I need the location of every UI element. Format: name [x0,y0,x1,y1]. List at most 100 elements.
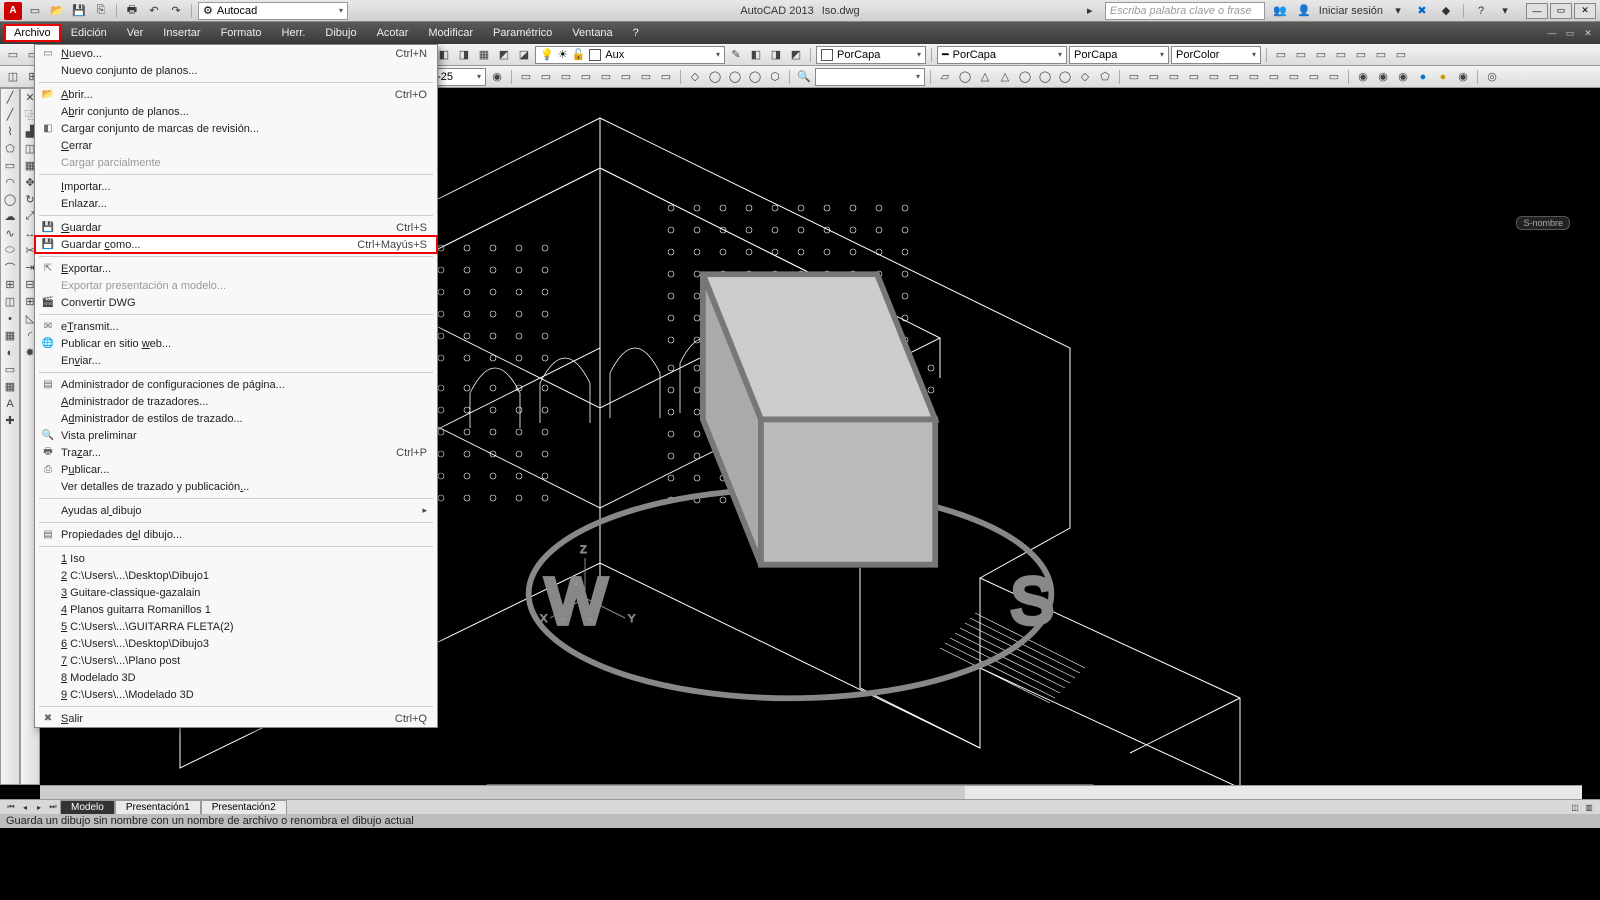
addselected-tool-icon[interactable]: ✚ [1,412,19,429]
lineweight-dropdown[interactable]: ━ PorCapa ▾ [937,46,1067,64]
menu-item[interactable]: 6 C:\Users\...\Desktop\Dibujo3 [35,635,437,652]
tb-icon[interactable]: ▭ [4,46,22,64]
plotstyle-dropdown[interactable]: PorColor ▾ [1171,46,1261,64]
tb-icon[interactable]: ◉ [1374,68,1392,86]
hatch-tool-icon[interactable]: ▦ [1,327,19,344]
menu-item[interactable]: ◧Cargar conjunto de marcas de revisión..… [35,120,437,137]
tb-icon[interactable]: 🔍 [795,68,813,86]
qat-undo-icon[interactable]: ↶ [145,2,163,20]
tb-icon[interactable]: ▱ [936,68,954,86]
ellipsearc-tool-icon[interactable]: ⌒ [1,259,19,276]
menu-insertar[interactable]: Insertar [153,24,210,42]
tb-icon[interactable]: ◉ [1454,68,1472,86]
tb-icon[interactable]: ◇ [686,68,704,86]
mdi-restore-button[interactable]: ▭ [1562,26,1578,40]
menu-item[interactable]: 🖶Trazar...Ctrl+P [35,444,437,461]
line-tool-icon[interactable]: ╱ [1,89,19,106]
chevron-right-icon[interactable]: ▸ [1081,2,1099,20]
tb-icon[interactable]: ⬡ [766,68,784,86]
layout-tab[interactable]: Modelo [60,800,115,814]
revcloud-tool-icon[interactable]: ☁ [1,208,19,225]
menu-item[interactable]: 📂Abrir...Ctrl+O [35,86,437,103]
tb-icon[interactable]: ◯ [726,68,744,86]
tb-icon[interactable]: ▭ [1205,68,1223,86]
tb-icon[interactable]: ▭ [1225,68,1243,86]
minimize-button[interactable]: — [1526,3,1548,19]
gradient-tool-icon[interactable]: ◐ [1,344,19,361]
tb-icon[interactable]: ▭ [1245,68,1263,86]
xline-tool-icon[interactable]: ╱ [1,106,19,123]
spline-tool-icon[interactable]: ∿ [1,225,19,242]
menu-item[interactable]: ▤Administrador de configuraciones de pág… [35,376,437,393]
tb-icon[interactable]: ▭ [1312,46,1330,64]
menu-item[interactable]: Importar... [35,178,437,195]
menu-herr[interactable]: Herr. [272,24,316,42]
tb-icon[interactable]: ▭ [597,68,615,86]
qat-redo-icon[interactable]: ↷ [167,2,185,20]
menu-item[interactable]: Enlazar... [35,195,437,212]
tb-icon[interactable]: ◫ [4,68,22,86]
tb-icon[interactable]: ◉ [488,68,506,86]
menu-item[interactable]: Cerrar [35,137,437,154]
tb-icon[interactable]: ◯ [1036,68,1054,86]
tb-icon[interactable]: ▭ [1352,46,1370,64]
tb-icon[interactable]: ◯ [746,68,764,86]
text-tool-icon[interactable]: A [1,395,19,412]
menu-item[interactable]: ✖SalirCtrl+Q [35,710,437,727]
tb-icon[interactable]: ◇ [1076,68,1094,86]
tab-first-icon[interactable]: ⏮ [4,801,18,814]
layer-filter-icon[interactable]: ▦ [475,46,493,64]
menu-paramtrico[interactable]: Paramétrico [483,24,562,42]
layer-icon[interactable]: ◨ [767,46,785,64]
menu-item[interactable]: 💾Guardar como...Ctrl+Mayús+S [35,236,437,253]
tb-icon[interactable]: ● [1434,68,1452,86]
block-tool-icon[interactable]: ◫ [1,293,19,310]
menu-item[interactable]: ⇱Exportar... [35,260,437,277]
tb-icon[interactable]: ▭ [637,68,655,86]
table-tool-icon[interactable]: ▦ [1,378,19,395]
menu-item[interactable]: ✉eTransmit... [35,318,437,335]
exchange-icon[interactable]: ✖ [1413,2,1431,20]
tb-icon[interactable]: ⬠ [1096,68,1114,86]
menu-modificar[interactable]: Modificar [418,24,483,42]
tb-icon[interactable]: ▭ [1125,68,1143,86]
tab-next-icon[interactable]: ▸ [32,801,46,814]
layer-match-icon[interactable]: ✎ [727,46,745,64]
tb-icon[interactable]: ▭ [1185,68,1203,86]
tb-icon[interactable]: ▭ [1285,68,1303,86]
tb-icon[interactable]: △ [976,68,994,86]
menu-item[interactable]: Ver detalles de trazado y publicación... [35,478,437,495]
tb-icon[interactable]: ▭ [557,68,575,86]
workspace-dropdown[interactable]: ⚙ Autocad ▾ [198,2,348,20]
menu-ver[interactable]: Ver [117,24,154,42]
point-tool-icon[interactable]: • [1,310,19,327]
tb-icon[interactable]: ▭ [1325,68,1343,86]
tb-icon[interactable]: ▭ [537,68,555,86]
linetype-dropdown[interactable]: PorCapa ▾ [1069,46,1169,64]
tb-icon[interactable]: ▭ [1305,68,1323,86]
polyline-tool-icon[interactable]: ⌇ [1,123,19,140]
tb-icon[interactable]: ▭ [1145,68,1163,86]
menu-acotar[interactable]: Acotar [367,24,419,42]
tb-icon[interactable]: ▭ [1272,46,1290,64]
chevron-down-icon[interactable]: ▾ [1389,2,1407,20]
circle-tool-icon[interactable]: ◯ [1,191,19,208]
user-icon[interactable]: 👤 [1295,2,1313,20]
tb-icon[interactable]: ● [1414,68,1432,86]
menu-item[interactable]: Nuevo conjunto de planos... [35,62,437,79]
layer-icon[interactable]: ◩ [495,46,513,64]
tb-icon[interactable]: ▭ [1372,46,1390,64]
tb-icon[interactable]: ▭ [617,68,635,86]
tb-icon[interactable]: ◯ [956,68,974,86]
menu-item[interactable]: 5 C:\Users\...\GUITARRA FLETA(2) [35,618,437,635]
layer-icon[interactable]: ◩ [787,46,805,64]
tab-prev-icon[interactable]: ◂ [18,801,32,814]
menu-item[interactable]: 4 Planos guitarra Romanillos 1 [35,601,437,618]
menu-dibujo[interactable]: Dibujo [315,24,366,42]
signin-label[interactable]: Iniciar sesión [1319,5,1383,17]
tb-icon[interactable]: ▭ [1265,68,1283,86]
tb-icon[interactable]: ▭ [577,68,595,86]
sign-in-icon[interactable]: 👥 [1271,2,1289,20]
menu-item[interactable]: Ayudas al dibujo [35,502,437,519]
ellipse-tool-icon[interactable]: ⬭ [1,242,19,259]
